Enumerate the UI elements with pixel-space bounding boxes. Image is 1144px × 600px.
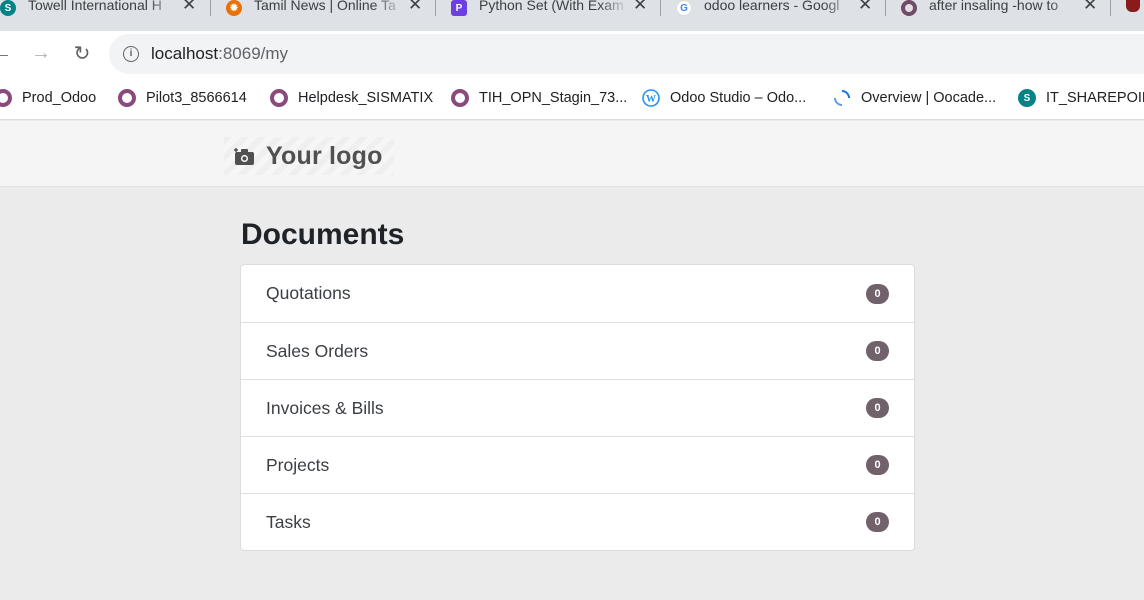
address-bar[interactable]: i localhost:8069/my bbox=[109, 34, 1144, 74]
bookmark-label: Overview | Oocade... bbox=[861, 90, 997, 106]
site-logo[interactable]: Your logo bbox=[224, 137, 394, 175]
document-row-quotations[interactable]: Quotations 0 bbox=[241, 265, 914, 322]
tab-title: Towell International H bbox=[28, 0, 162, 13]
site-info-icon[interactable]: i bbox=[123, 46, 139, 62]
close-tab-icon[interactable]: ✕ bbox=[182, 0, 196, 14]
bookmark-item[interactable]: Prod_Odoo bbox=[0, 88, 96, 108]
tab-separator bbox=[660, 0, 661, 16]
bookmark-item[interactable]: Pilot3_8566614 bbox=[118, 88, 247, 108]
sharepoint-icon: S bbox=[1018, 89, 1036, 107]
site-header: Your logo bbox=[0, 121, 1144, 187]
bookmark-label: TIH_OPN_Stagin_73... bbox=[479, 90, 628, 106]
bookmark-label: Helpdesk_SISMATIX bbox=[298, 90, 434, 106]
sharepoint-icon: S bbox=[0, 0, 16, 16]
count-badge: 0 bbox=[866, 398, 889, 418]
wordpress-icon: W bbox=[642, 89, 660, 107]
count-badge: 0 bbox=[866, 455, 889, 475]
tab-separator bbox=[1110, 0, 1111, 16]
url-host: localhost bbox=[151, 44, 219, 63]
browser-tab[interactable]: after insaling -how to ✕ bbox=[901, 0, 1097, 16]
odoo-ring-icon bbox=[0, 89, 12, 107]
document-label: Projects bbox=[266, 454, 330, 475]
bookmark-item[interactable]: Helpdesk_SISMATIX bbox=[270, 88, 433, 108]
sun-icon: ✹ bbox=[226, 0, 242, 16]
close-tab-icon[interactable]: ✕ bbox=[408, 0, 422, 14]
tab-title: Python Set (With Exam bbox=[479, 0, 624, 13]
close-tab-icon[interactable]: ✕ bbox=[1083, 0, 1097, 14]
document-label: Invoices & Bills bbox=[266, 397, 384, 418]
svg-text:W: W bbox=[646, 94, 656, 105]
odoo-ring-icon bbox=[901, 0, 917, 16]
back-arrow-icon[interactable]: ← bbox=[0, 39, 16, 67]
tab-separator bbox=[885, 0, 886, 16]
close-tab-icon[interactable]: ✕ bbox=[633, 0, 647, 14]
documents-list: Quotations 0 Sales Orders 0 Invoices & B… bbox=[240, 264, 915, 551]
browser-tab[interactable]: ✹ Tamil News | Online Ta ✕ bbox=[226, 0, 422, 16]
tab-separator bbox=[210, 0, 211, 16]
camera-icon bbox=[234, 148, 254, 165]
logo-text: Your logo bbox=[266, 141, 383, 170]
odoo-ring-icon bbox=[451, 89, 469, 107]
document-label: Quotations bbox=[266, 283, 351, 303]
count-badge: 0 bbox=[866, 341, 889, 361]
google-icon: G bbox=[676, 0, 692, 16]
browser-tab[interactable]: G odoo learners - Googl ✕ bbox=[676, 0, 872, 16]
forward-arrow-icon[interactable]: → bbox=[27, 39, 55, 67]
bookmark-item[interactable]: Overview | Oocade... bbox=[833, 88, 996, 108]
bookmark-label: Prod_Odoo bbox=[22, 90, 97, 106]
tab-separator bbox=[435, 0, 436, 16]
extension-tab-icon[interactable] bbox=[1126, 0, 1140, 12]
bookmark-label: Pilot3_8566614 bbox=[146, 90, 247, 106]
browser-toolbar: ← → ↻ i localhost:8069/my bbox=[0, 31, 1144, 77]
document-row-tasks[interactable]: Tasks 0 bbox=[241, 493, 914, 550]
close-tab-icon[interactable]: ✕ bbox=[858, 0, 872, 14]
odoo-ring-icon bbox=[118, 89, 136, 107]
browser-tab-strip: S Towell International H ✕ ✹ Tamil News … bbox=[0, 0, 1144, 31]
bookmark-item[interactable]: TIH_OPN_Stagin_73... bbox=[451, 88, 627, 108]
browser-tab[interactable]: P Python Set (With Exam ✕ bbox=[451, 0, 647, 16]
tab-title: odoo learners - Googl bbox=[704, 0, 840, 13]
refresh-logo-icon bbox=[833, 89, 851, 107]
document-label: Tasks bbox=[266, 511, 311, 532]
bookmark-item[interactable]: W Odoo Studio – Odo... bbox=[642, 88, 806, 108]
programiz-icon: P bbox=[451, 0, 467, 16]
count-badge: 0 bbox=[866, 512, 889, 532]
page-title: Documents bbox=[241, 218, 405, 251]
reload-icon[interactable]: ↻ bbox=[68, 39, 96, 67]
bookmark-label: IT_SHAREPOIN bbox=[1046, 90, 1144, 106]
document-label: Sales Orders bbox=[266, 340, 369, 361]
bookmarks-bar: Prod_Odoo Pilot3_8566614 Helpdesk_SISMAT… bbox=[0, 77, 1144, 120]
bookmark-item[interactable]: S IT_SHAREPOIN bbox=[1018, 88, 1144, 108]
url-path: :8069/my bbox=[218, 44, 289, 63]
document-row-projects[interactable]: Projects 0 bbox=[241, 436, 914, 493]
tab-title: after insaling -how to bbox=[929, 0, 1059, 13]
document-row-invoices-bills[interactable]: Invoices & Bills 0 bbox=[241, 379, 914, 436]
browser-tab[interactable]: S Towell International H ✕ bbox=[0, 0, 196, 16]
odoo-ring-icon bbox=[270, 89, 288, 107]
count-badge: 0 bbox=[866, 283, 889, 304]
tab-title: Tamil News | Online Ta bbox=[254, 0, 396, 13]
url-text[interactable]: localhost:8069/my bbox=[151, 44, 288, 64]
document-row-sales-orders[interactable]: Sales Orders 0 bbox=[241, 322, 914, 379]
bookmark-label: Odoo Studio – Odo... bbox=[670, 90, 807, 106]
